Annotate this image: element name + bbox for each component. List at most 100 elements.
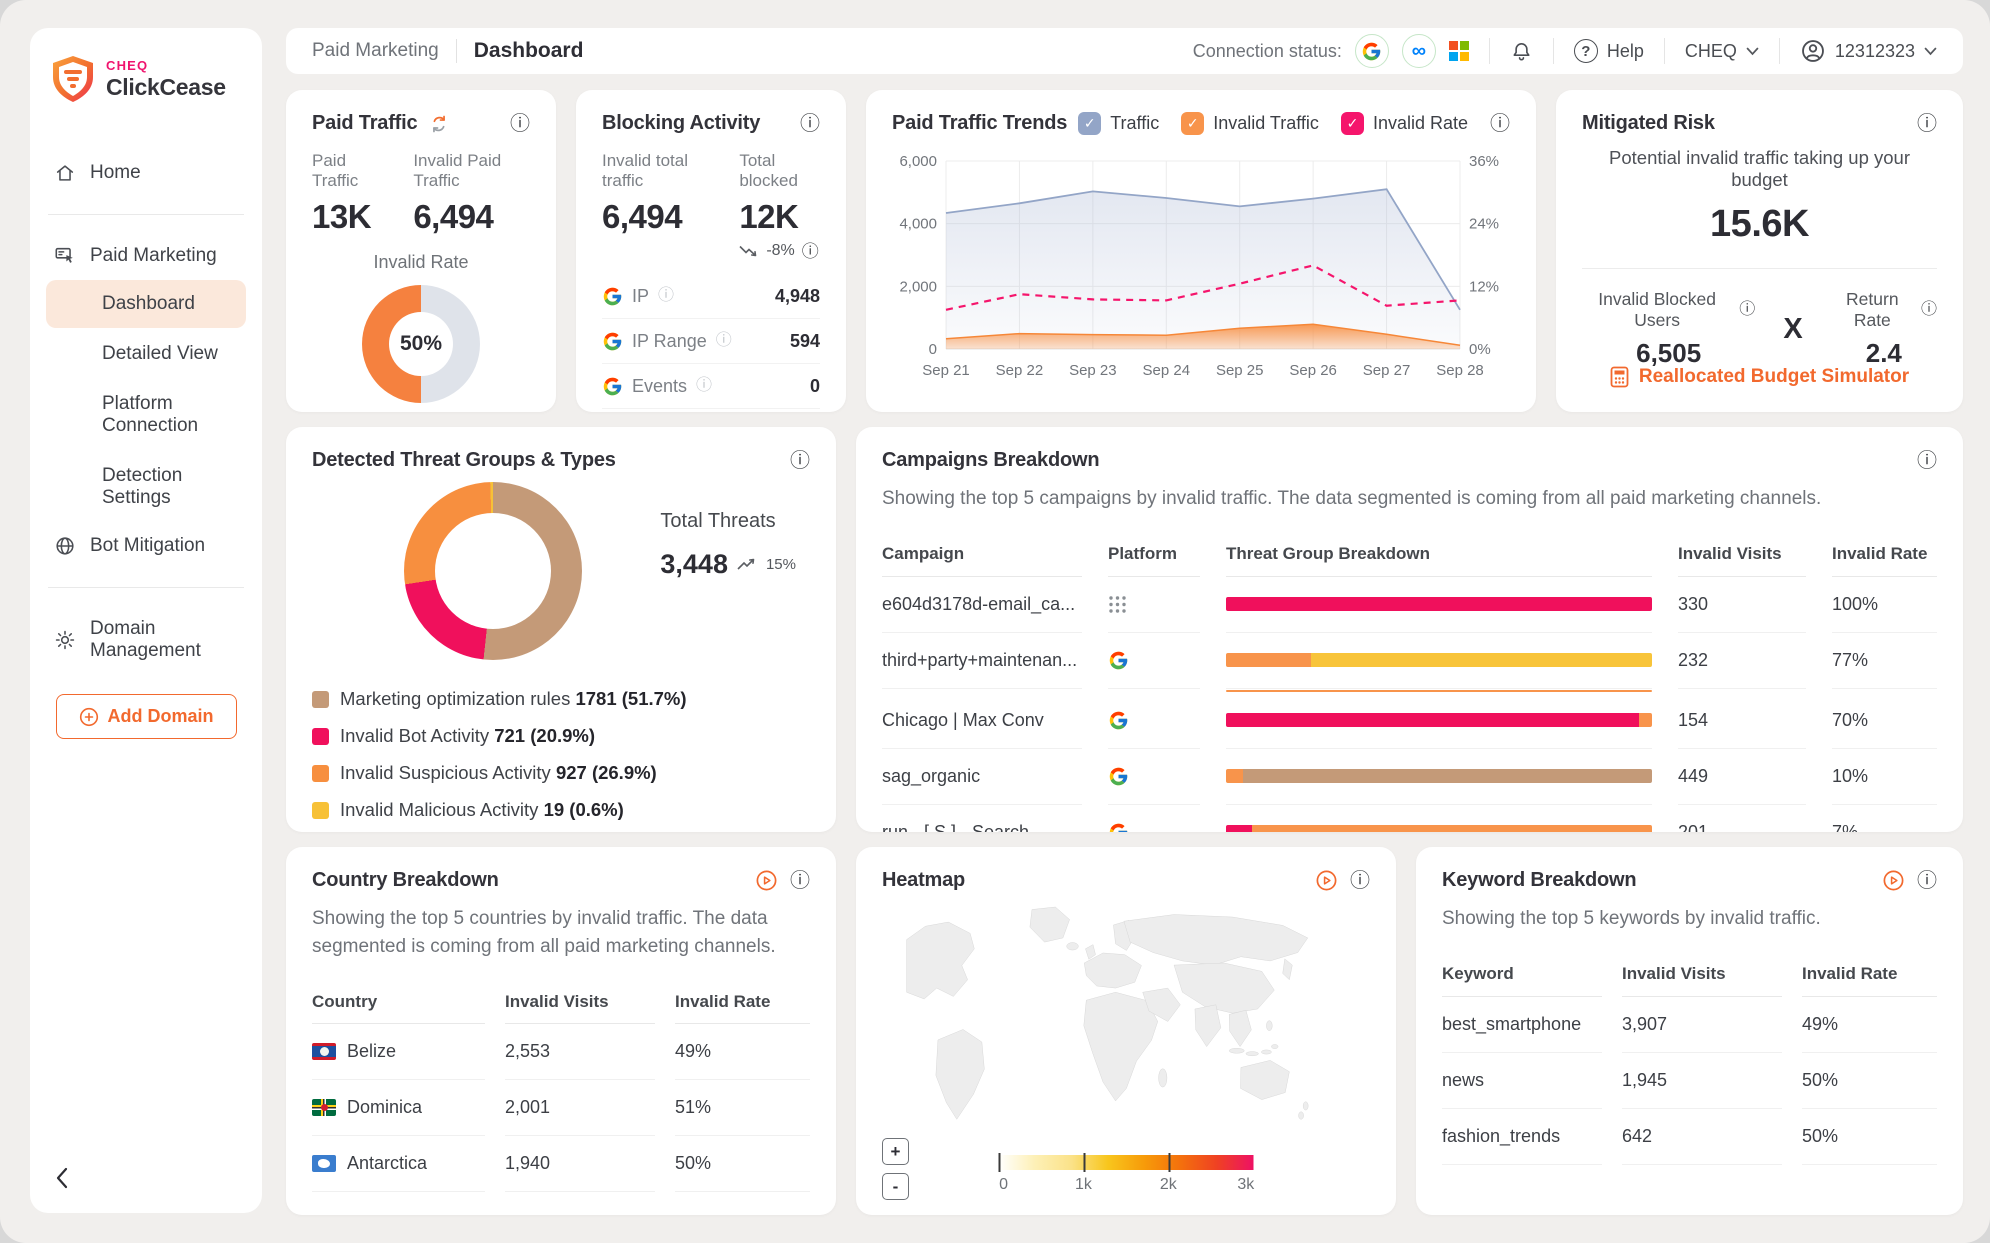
info-icon[interactable]: ⓘ — [1917, 871, 1937, 891]
breadcrumb-divider — [456, 39, 457, 63]
sidebar-item-label: Paid Marketing — [90, 245, 217, 267]
zoom-out-button[interactable]: - — [882, 1173, 909, 1200]
microsoft-icon[interactable] — [1449, 41, 1469, 61]
legend-invalid-rate-checkbox[interactable]: ✓ Invalid Rate — [1341, 112, 1468, 135]
card-title: Keyword Breakdown — [1442, 869, 1636, 892]
sidebar-item-detailed-view[interactable]: Detailed View — [46, 330, 246, 378]
heatmap-card: Heatmap ⓘ — [856, 847, 1396, 1215]
sidebar-item-detection-settings[interactable]: Detection Settings — [46, 452, 246, 522]
info-icon[interactable]: ⓘ — [790, 871, 810, 891]
info-icon[interactable]: ⓘ — [1739, 302, 1755, 318]
play-circle-icon[interactable] — [1882, 869, 1905, 892]
info-icon[interactable]: ⓘ — [802, 243, 819, 260]
connection-status-label: Connection status: — [1193, 41, 1342, 62]
zoom-in-button[interactable]: + — [882, 1138, 909, 1165]
svg-text:36%: 36% — [1469, 153, 1499, 170]
bell-icon[interactable] — [1510, 40, 1533, 63]
table-row: run - [ S ] - Search 201 7% — [882, 805, 1937, 832]
campaigns-table: Campaign Platform Threat Group Breakdown… — [882, 533, 1937, 832]
invalid-rate: 49% — [675, 1024, 810, 1080]
svg-text:Sep 27: Sep 27 — [1363, 362, 1411, 379]
sidebar-collapse-button[interactable] — [46, 1166, 246, 1193]
meta-connection-icon[interactable]: ∞ — [1402, 34, 1436, 68]
sidebar-item-bot-mitigation[interactable]: Bot Mitigation — [46, 523, 246, 569]
campaign-name: e604d3178d-email_ca... — [882, 577, 1082, 633]
sidebar-item-home[interactable]: Home — [46, 150, 246, 196]
sidebar-item-domain-management[interactable]: Domain Management — [46, 606, 246, 674]
sidebar-item-dashboard[interactable]: Dashboard — [46, 280, 246, 328]
chevron-down-icon — [1924, 47, 1937, 56]
platform-icon — [1108, 805, 1200, 832]
checkbox-icon: ✓ — [1341, 112, 1364, 135]
help-button[interactable]: ? Help — [1574, 39, 1644, 63]
legend-item: Marketing optimization rules 1781 (51.7%… — [312, 688, 810, 710]
globe-icon — [54, 535, 76, 557]
country-name: Dominica — [347, 1097, 422, 1118]
card-title: Paid Traffic Trends — [892, 112, 1067, 135]
legend-invalid-traffic-checkbox[interactable]: ✓ Invalid Traffic — [1181, 112, 1319, 135]
info-icon[interactable]: ⓘ — [716, 333, 732, 349]
invalid-rate: 50% — [1802, 1053, 1937, 1109]
sidebar-item-platform-connection[interactable]: Platform Connection — [46, 380, 246, 450]
sidebar-item-paid-marketing[interactable]: Paid Marketing — [46, 233, 246, 279]
svg-text:Sep 24: Sep 24 — [1143, 362, 1191, 379]
reallocated-budget-simulator-link[interactable]: Reallocated Budget Simulator — [1556, 366, 1963, 388]
blocking-row: IP Rangeⓘ 594 — [602, 319, 820, 364]
info-icon[interactable]: ⓘ — [1917, 451, 1937, 471]
threat-breakdown-bar — [1226, 597, 1652, 611]
google-icon — [602, 376, 623, 397]
refresh-icon[interactable] — [428, 113, 450, 135]
sidebar-divider — [48, 587, 244, 588]
play-circle-icon[interactable] — [1315, 869, 1338, 892]
breadcrumb-section[interactable]: Paid Marketing — [312, 40, 439, 62]
card-title: Detected Threat Groups & Types — [312, 449, 616, 472]
campaigns-breakdown-card: Campaigns Breakdown ⓘ Showing the top 5 … — [856, 427, 1963, 832]
keywords-table: Keyword Invalid Visits Invalid Rate best… — [1442, 953, 1937, 1165]
country-name: Antarctica — [347, 1153, 427, 1174]
legend-item: Invalid Suspicious Activity 927 (26.9%) — [312, 762, 810, 784]
invalid-rate: 51% — [675, 1080, 810, 1136]
svg-text:4,000: 4,000 — [899, 216, 937, 233]
antarctica-flag-icon — [312, 1155, 336, 1172]
info-icon[interactable]: ⓘ — [790, 451, 810, 471]
table-header: Campaign Platform Threat Group Breakdown… — [882, 533, 1937, 577]
google-icon — [1361, 41, 1382, 62]
invalid-visits: 232 — [1678, 633, 1806, 689]
info-icon[interactable]: ⓘ — [1917, 114, 1937, 134]
table-row: third+party+maintenan... 232 77% — [882, 633, 1937, 689]
threat-breakdown-bar — [1226, 825, 1652, 832]
svg-text:12%: 12% — [1469, 278, 1499, 295]
clickcease-shield-icon — [50, 54, 96, 104]
legend-traffic-checkbox[interactable]: ✓ Traffic — [1078, 112, 1159, 135]
info-icon[interactable]: ⓘ — [800, 114, 820, 134]
info-icon[interactable]: ⓘ — [1921, 302, 1937, 318]
keywords-description: Showing the top 5 keywords by invalid tr… — [1442, 905, 1937, 933]
invalid-visits: 3,907 — [1622, 997, 1782, 1053]
add-domain-button[interactable]: Add Domain — [56, 694, 237, 739]
keyword-name: news — [1442, 1053, 1602, 1109]
legend-swatch — [312, 802, 329, 819]
info-icon[interactable]: ⓘ — [658, 288, 674, 304]
info-icon[interactable]: ⓘ — [696, 378, 712, 394]
invalid-visits: 1,940 — [505, 1136, 655, 1192]
legend-swatch — [312, 765, 329, 782]
info-icon[interactable]: ⓘ — [1350, 871, 1370, 891]
user-menu[interactable]: 12312323 — [1800, 38, 1937, 64]
invalid-rate: 50% — [1802, 1109, 1937, 1165]
sidebar-item-label: Domain Management — [90, 618, 238, 662]
info-icon[interactable]: ⓘ — [1490, 114, 1510, 134]
sidebar-nav: Home Paid Marketing Dashboard Detailed V… — [46, 150, 246, 739]
card-title: Heatmap — [882, 869, 965, 892]
threat-breakdown-bar — [1226, 713, 1652, 727]
table-row: Dominica 2,001 51% — [312, 1080, 810, 1136]
info-icon[interactable]: ⓘ — [510, 114, 530, 134]
org-dropdown[interactable]: CHEQ — [1685, 41, 1759, 62]
table-header: Country Invalid Visits Invalid Rate — [312, 980, 810, 1024]
world-map[interactable] — [882, 902, 1370, 1136]
invalid-rate-label: Invalid Rate — [312, 252, 530, 273]
invalid-visits: 330 — [1678, 577, 1806, 633]
campaign-name: sag_organic — [882, 749, 1082, 805]
google-connection-icon[interactable] — [1355, 34, 1389, 68]
play-circle-icon[interactable] — [755, 869, 778, 892]
sidebar: CHEQ ClickCease Home Paid Marketing Das — [30, 28, 262, 1213]
